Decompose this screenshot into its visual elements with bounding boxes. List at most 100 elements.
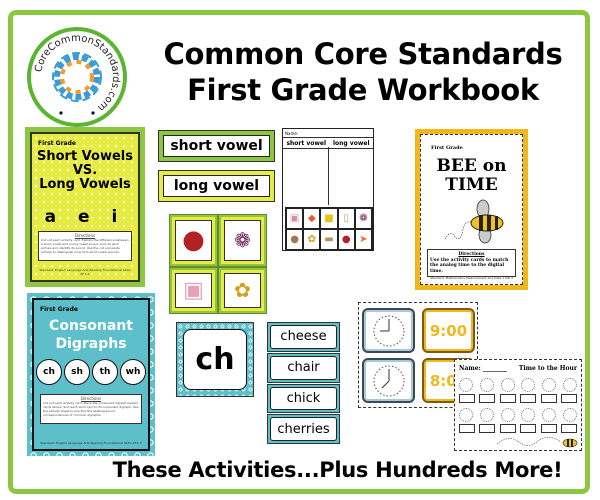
- ch-word-cards: cheese chair chick cherries: [267, 322, 340, 444]
- title-line: Digraphs: [55, 336, 127, 352]
- grade-label: First Grade: [38, 140, 76, 147]
- picture-card[interactable]: ✿: [219, 267, 266, 313]
- standard-footer: Standard: English Language Arts Reading …: [39, 268, 131, 276]
- digraph-circle: wh: [120, 359, 146, 385]
- answer-box: [560, 394, 577, 403]
- bone-icon: ▬: [320, 229, 338, 250]
- clock-icon: [542, 378, 557, 392]
- word-card[interactable]: cherries: [267, 414, 340, 444]
- title-line: Consonant: [49, 318, 133, 334]
- clock-icon: [459, 408, 473, 422]
- answer-box: [520, 424, 537, 433]
- answer-box: [540, 394, 557, 403]
- directions-box: Directions Cut out each activity card. P…: [40, 394, 142, 424]
- vowel-sort-sheet[interactable]: Name: short vowel long vowel ▣ ◆ ■ ▯ ❁ ●…: [282, 128, 374, 251]
- picture-card[interactable]: ❁: [219, 215, 266, 266]
- bed-icon: ▣: [286, 208, 304, 229]
- ch-header-card[interactable]: ch: [176, 322, 254, 397]
- ch-label: ch: [183, 329, 247, 390]
- word-label: chick: [270, 386, 337, 411]
- word-label: chair: [270, 355, 337, 380]
- dog-icon: ●: [286, 229, 304, 250]
- bee-icon: ✿: [224, 272, 261, 308]
- standard-footer: Standard: English Language Arts Reading …: [40, 441, 142, 445]
- word-card[interactable]: cheese: [267, 322, 340, 352]
- grapes-icon: ❁: [224, 220, 261, 261]
- consonant-digraphs-book-cover[interactable]: First Grade Consonant Digraphs ch sh th …: [27, 293, 155, 456]
- clock-row: [459, 378, 577, 392]
- bee-cover-inner: First Grade BEE on TIME Directions Use t…: [420, 134, 523, 285]
- clock-icon: [479, 378, 494, 392]
- footer-tagline: These Activities...Plus Hundreds More!: [112, 458, 563, 482]
- worksheet-title: Time to the Hour: [518, 365, 577, 372]
- digital-time-card: 9:00: [422, 308, 475, 353]
- site-logo[interactable]: CoreCommonStandards.com: [27, 27, 127, 127]
- column-divider: [328, 147, 329, 205]
- word-card[interactable]: chair: [267, 352, 340, 383]
- answer-box: [499, 424, 516, 433]
- clock-icon: [459, 378, 473, 392]
- word-label: cheese: [270, 325, 337, 349]
- directions-box: Directions Use the activity cards to mat…: [427, 249, 516, 277]
- time-to-hour-worksheet[interactable]: Name: ________ Time to the Hour: [454, 359, 582, 451]
- answer-box: [560, 424, 577, 433]
- analog-clock-card: [362, 358, 415, 403]
- picture-card[interactable]: ▣: [170, 267, 217, 313]
- directions-box: Directions Cut out each activity card. E…: [38, 231, 132, 261]
- word-label: cherries: [270, 417, 337, 441]
- word-card[interactable]: chick: [267, 383, 340, 414]
- sort-picture-grid: ▣ ◆ ■ ▯ ❁ ● ✿ ▬ ● ➤: [285, 207, 373, 251]
- bee-title: BEE on TIME: [421, 157, 522, 195]
- answer-box: [540, 424, 557, 433]
- clock-icon: [500, 408, 515, 422]
- fish-icon: ➤: [354, 229, 372, 250]
- kite-icon: ◆: [303, 208, 321, 229]
- answer-row: [459, 424, 577, 433]
- card-label: short vowel: [163, 135, 270, 157]
- clock-icon: [500, 378, 515, 392]
- picture-cards: ● ❁ ▣ ✿: [169, 214, 267, 314]
- answer-row: [459, 394, 577, 403]
- answer-box: [520, 394, 537, 403]
- clock-icon: [373, 365, 404, 396]
- digraph-circles: ch sh th wh: [36, 359, 146, 385]
- clock-icon: [479, 408, 494, 422]
- title-line: VS.: [72, 163, 98, 178]
- standard-footer: Standard: Mathematics Measurement and Da…: [430, 276, 513, 280]
- page-title: Common Core Standards First Grade Workbo…: [148, 36, 578, 108]
- apple-icon: ●: [337, 229, 355, 250]
- answer-box: [499, 394, 516, 403]
- answer-box: [479, 394, 496, 403]
- bee-on-time-book-cover[interactable]: First Grade BEE on TIME Directions Use t…: [415, 129, 528, 290]
- directions-text: Cut out each activity card. Place the co…: [43, 401, 139, 417]
- clock-row: [459, 408, 577, 422]
- title-line: TIME: [445, 175, 498, 195]
- digraph-circle: ch: [36, 359, 62, 385]
- answer-box: [459, 394, 475, 403]
- clock-icon: [521, 378, 536, 392]
- column-header: long vowel: [332, 139, 370, 147]
- clock-icon: [373, 315, 404, 346]
- title-line-2: First Grade Workbook: [187, 73, 539, 107]
- clock-icon: [521, 408, 536, 422]
- clock-icon: [542, 408, 557, 422]
- title-line: Short Vowels: [36, 149, 133, 164]
- long-vowel-card[interactable]: long vowel: [158, 170, 275, 202]
- short-vowels-book-cover[interactable]: First Grade Short Vowels VS. Long Vowels…: [25, 127, 145, 287]
- analog-clock-card: [362, 308, 415, 353]
- grapes-icon: ❁: [354, 208, 372, 229]
- short-vowel-card[interactable]: short vowel: [158, 130, 275, 162]
- directions-text: Use the activity cards to match the anal…: [430, 257, 509, 274]
- card-label: long vowel: [163, 175, 270, 197]
- clock-icon: [562, 408, 577, 422]
- grade-label: First Grade: [40, 306, 78, 313]
- digraph-circle: th: [92, 359, 118, 385]
- answer-box: [479, 424, 496, 433]
- column-header: short vowel: [286, 139, 327, 147]
- picture-card[interactable]: ●: [170, 215, 217, 266]
- digraphs-title: Consonant Digraphs: [34, 317, 148, 353]
- name-label: Name: ________: [459, 365, 507, 372]
- logo-knot-icon: CoreCommonStandards.com: [33, 33, 121, 115]
- directions-text: Cut out each activity card. Explain the …: [41, 238, 129, 254]
- bee-icon: [444, 199, 504, 244]
